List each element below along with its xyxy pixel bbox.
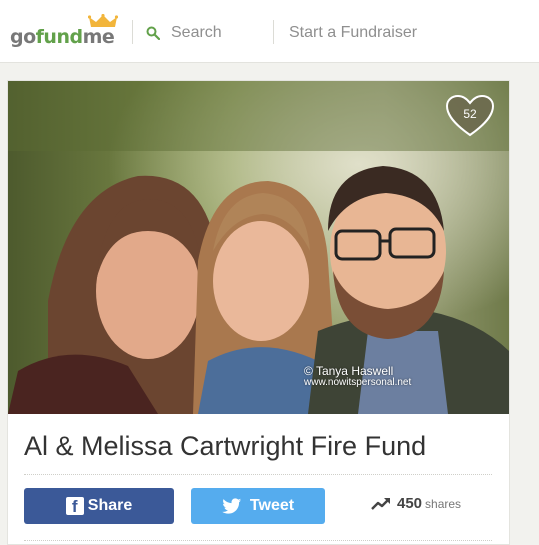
facebook-icon: f	[65, 497, 84, 515]
photo-credit-url: www.nowitspersonal.net	[304, 377, 412, 388]
title-divider	[24, 474, 492, 475]
logo-wordmark: gofundme	[10, 26, 115, 48]
share-label: Share	[87, 497, 133, 514]
facebook-share-button[interactable]: f Share	[24, 488, 174, 524]
share-count: 450 shares	[371, 495, 461, 512]
start-fundraiser-link[interactable]: Start a Fundraiser	[289, 20, 417, 46]
family-photo-illustration	[8, 81, 509, 414]
share-divider	[24, 540, 492, 541]
campaign-title: Al & Melissa Cartwright Fire Fund	[24, 431, 427, 461]
photo-watermark: © Tanya Haswell www.nowitspersonal.net	[304, 365, 411, 389]
share-count-number: 450	[397, 495, 423, 512]
twitter-bird-icon	[222, 497, 242, 514]
top-navigation-bar: gofundme Search Start a Fundraiser	[0, 0, 539, 63]
search-label: Search	[171, 24, 222, 41]
nav-divider	[132, 20, 133, 44]
gofundme-logo[interactable]: gofundme	[10, 14, 118, 48]
logo-fund: fund	[35, 26, 83, 48]
heart-button[interactable]: 52	[445, 94, 495, 137]
share-count-label: shares	[425, 496, 462, 511]
heart-count: 52	[463, 107, 477, 121]
tweet-label: Tweet	[249, 497, 295, 514]
search-link[interactable]: Search	[146, 20, 222, 46]
campaign-card: 52 © Tanya Haswell www.nowitspersonal.ne…	[7, 80, 510, 545]
twitter-tweet-button[interactable]: Tweet	[191, 488, 325, 524]
logo-go: go	[10, 26, 36, 48]
logo-me: me	[82, 26, 115, 48]
nav-divider	[273, 20, 274, 44]
photo-credit: © Tanya Haswell	[304, 364, 394, 378]
search-icon	[146, 26, 160, 40]
trending-up-icon	[371, 497, 390, 510]
campaign-photo: 52 © Tanya Haswell www.nowitspersonal.ne…	[8, 81, 509, 414]
